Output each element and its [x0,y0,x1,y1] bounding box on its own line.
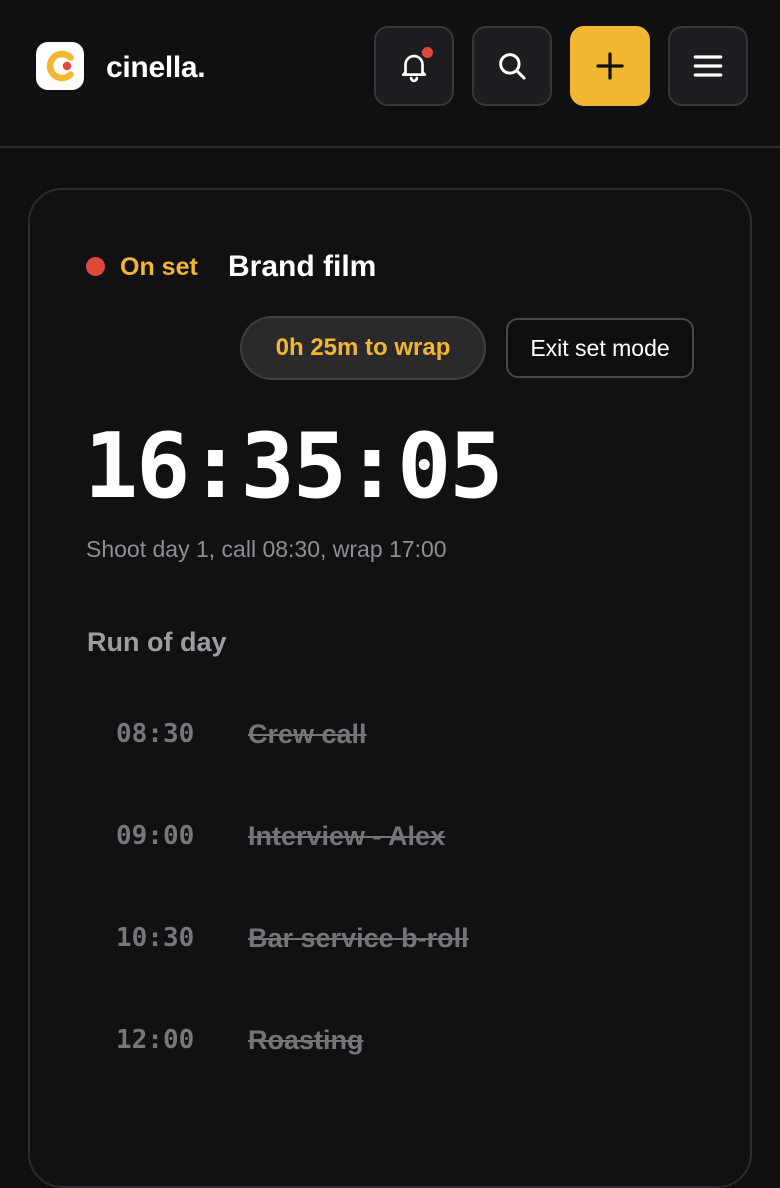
project-title: Brand film [228,250,377,283]
run-item-label: Interview - Alex [248,821,446,851]
menu-icon [693,55,723,77]
notifications-button[interactable] [374,26,454,106]
logo[interactable] [36,42,84,90]
app-header: cinella. [0,0,780,148]
status-label: On set [120,253,198,281]
add-button[interactable] [570,26,650,106]
shoot-day-info: Shoot day 1, call 08:30, wrap 17:00 [86,536,447,562]
notification-badge [420,45,435,60]
run-item-label: Crew call [248,719,367,749]
menu-button[interactable] [668,26,748,106]
search-icon [499,53,526,80]
current-time-clock: 16:35:05 [84,414,503,519]
exit-set-mode-button[interactable]: Exit set mode [506,318,694,378]
list-item: 12:00 Roasting [116,1020,716,1060]
run-item-time: 09:00 [116,821,195,851]
plus-icon [596,52,624,80]
list-item: 10:30 Bar service b-roll [116,918,716,958]
run-item-time: 08:30 [116,719,195,749]
list-item: 09:00 Interview - Alex [116,816,716,856]
run-item-label: Bar service b-roll [248,923,469,953]
run-item-label: Roasting [248,1025,364,1055]
time-to-wrap-badge: 0h 25m to wrap [240,316,486,380]
run-item-time: 10:30 [116,923,195,953]
brand-name: cinella. [106,51,206,84]
logo-mark-icon [46,50,74,82]
search-button[interactable] [472,26,552,106]
run-of-day-heading: Run of day [87,627,227,657]
list-item: 08:30 Crew call [116,714,716,754]
run-item-time: 12:00 [116,1025,195,1055]
recording-dot-icon [86,257,105,276]
